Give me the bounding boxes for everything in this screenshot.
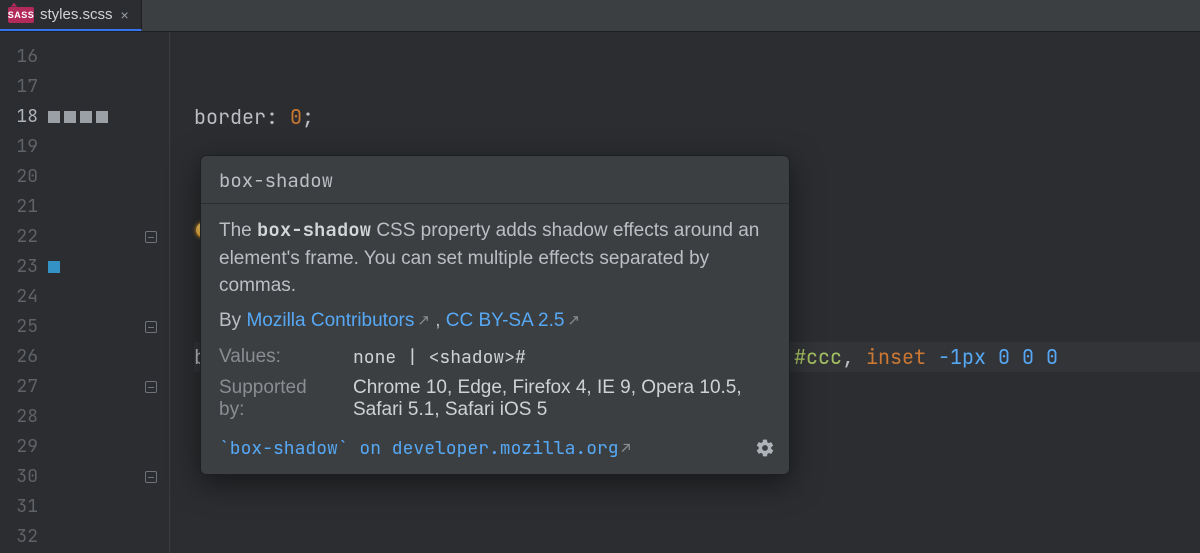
sass-file-icon: SASS: [8, 7, 34, 23]
file-tab-styles-scss[interactable]: SASS styles.scss ×: [0, 0, 142, 31]
gear-icon: [755, 438, 775, 458]
doc-popup-attribution: By Mozilla Contributors↗ , CC BY-SA 2.5↗: [201, 304, 789, 342]
breakpoint-marker-icon[interactable]: [48, 261, 60, 273]
gutter-line: 16: [0, 42, 169, 72]
doc-supported-row: Supported by: Chrome 10, Edge, Firefox 4…: [201, 373, 789, 425]
fold-toggle-icon[interactable]: [145, 381, 157, 393]
gutter-line: 21: [0, 192, 169, 222]
doc-popup-description: The box-shadow CSS property adds shadow …: [201, 204, 789, 304]
doc-values-row: Values: none | <shadow>#: [201, 342, 789, 373]
code-line: border: 0;: [194, 102, 1200, 132]
doc-settings-button[interactable]: [755, 438, 775, 458]
change-marker-icon: [80, 111, 92, 123]
license-link[interactable]: CC BY-SA 2.5↗: [446, 310, 580, 331]
external-link-icon: ↗: [622, 438, 631, 458]
doc-values-value: none | <shadow>#: [353, 346, 771, 369]
gutter-line: 23: [0, 252, 169, 282]
fold-toggle-icon[interactable]: [145, 471, 157, 483]
gutter-line: 26: [0, 342, 169, 372]
editor-tab-bar: SASS styles.scss ×: [0, 0, 1200, 32]
fold-toggle-icon[interactable]: [145, 231, 157, 243]
change-marker-icon: [96, 111, 108, 123]
fold-toggle-icon[interactable]: [145, 321, 157, 333]
editor-gutter: 16 17 18 19 20 21 22 23 24 25 26 27 28 2…: [0, 32, 170, 553]
mdn-link[interactable]: `box-shadow` on developer.mozilla.org↗: [219, 437, 631, 460]
gutter-line: 30: [0, 462, 169, 492]
change-marker-icon: [64, 111, 76, 123]
gutter-line: 19: [0, 132, 169, 162]
gutter-line: 24: [0, 282, 169, 312]
gutter-line: 29: [0, 432, 169, 462]
change-markers: [44, 111, 159, 123]
change-marker-icon: [48, 111, 60, 123]
gutter-line: 20: [0, 162, 169, 192]
doc-supported-label: Supported by:: [219, 377, 329, 421]
doc-popup-title: box-shadow: [201, 156, 789, 204]
file-tab-label: styles.scss: [40, 6, 113, 23]
doc-values-label: Values:: [219, 346, 329, 369]
gutter-line: 27: [0, 372, 169, 402]
gutter-line: 31: [0, 492, 169, 522]
mozilla-contributors-link[interactable]: Mozilla Contributors↗: [246, 310, 429, 331]
external-link-icon: ↗: [417, 312, 430, 329]
gutter-line: 25: [0, 312, 169, 342]
gutter-line: 17: [0, 72, 169, 102]
gutter-line: 28: [0, 402, 169, 432]
external-link-icon: ↗: [567, 312, 580, 329]
close-tab-button[interactable]: ×: [119, 7, 131, 23]
doc-supported-value: Chrome 10, Edge, Firefox 4, IE 9, Opera …: [353, 377, 771, 421]
gutter-line: 18: [0, 102, 169, 132]
quick-doc-popup: box-shadow The box-shadow CSS property a…: [200, 155, 790, 475]
gutter-line: 22: [0, 222, 169, 252]
gutter-line: 32: [0, 522, 169, 552]
